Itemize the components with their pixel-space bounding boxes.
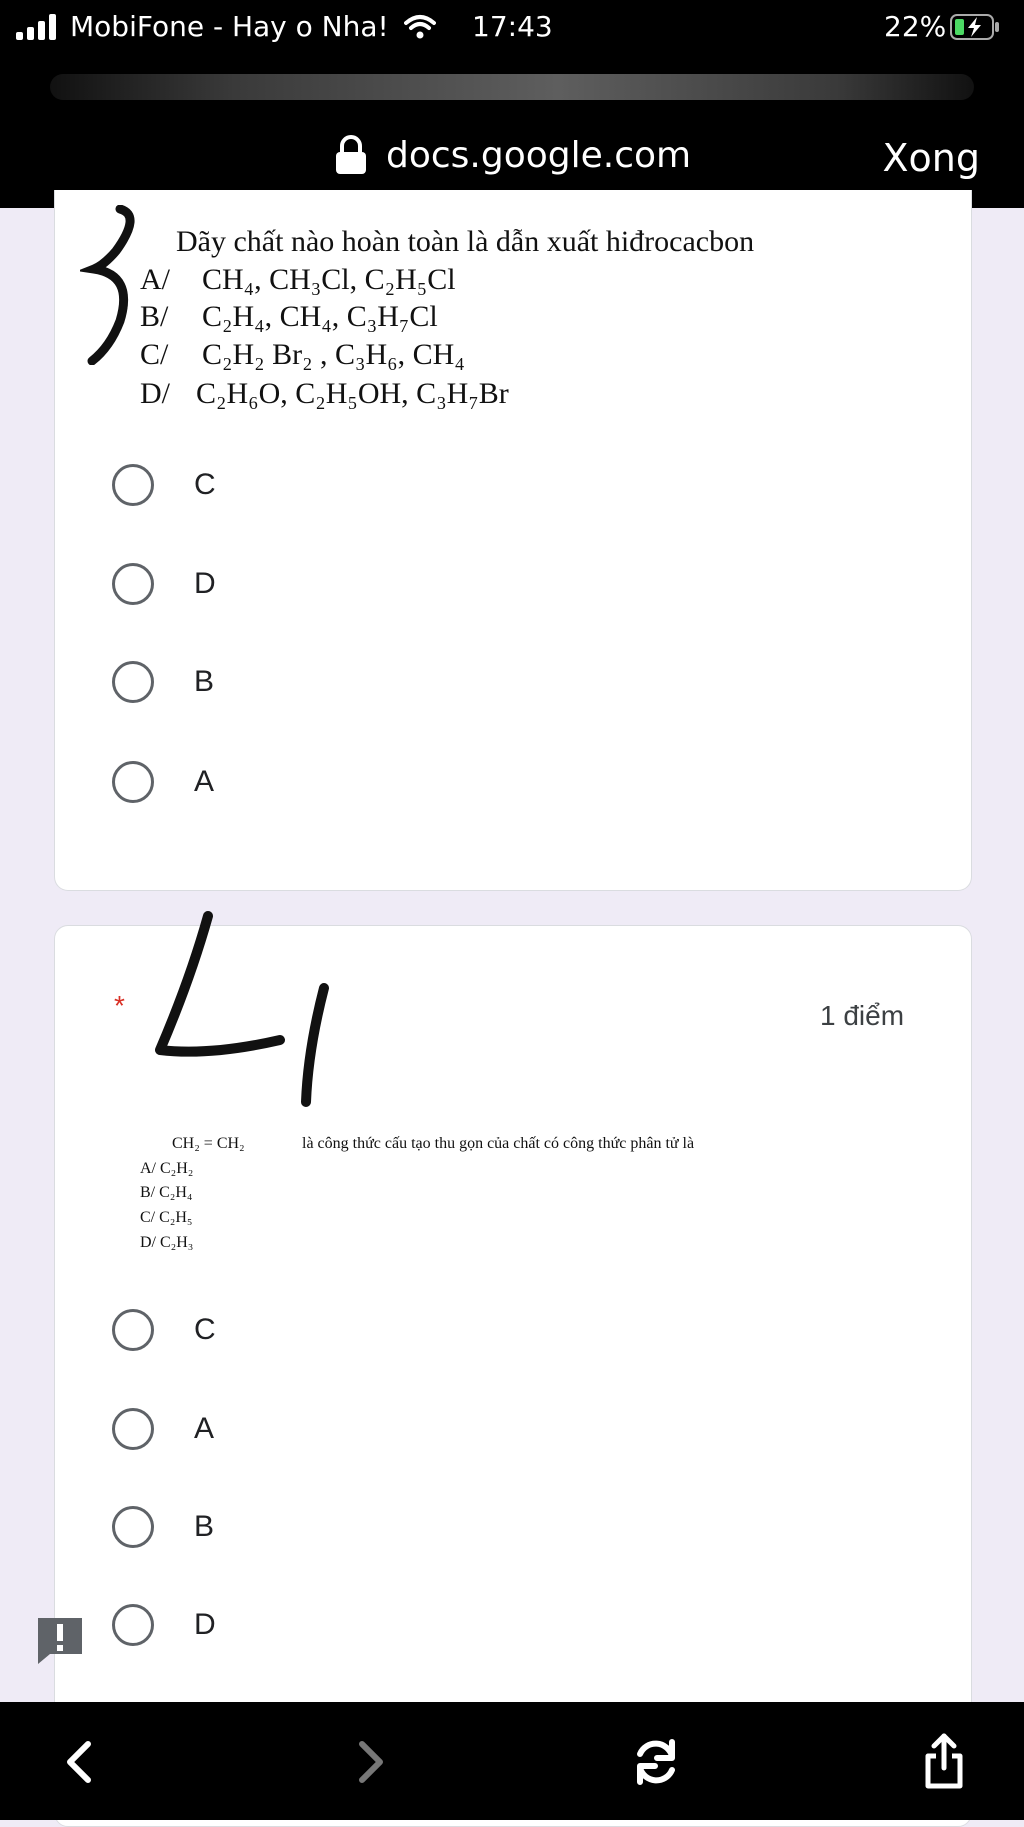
battery-charging-icon bbox=[950, 14, 999, 40]
radio-button[interactable] bbox=[112, 1408, 154, 1450]
share-icon[interactable] bbox=[914, 1732, 974, 1792]
radio-label: D bbox=[194, 1608, 216, 1641]
question-text: là công thức cấu tạo thu gọn của chất có… bbox=[302, 1135, 695, 1152]
radio-option[interactable]: A bbox=[112, 757, 214, 807]
status-bar: MobiFone - Hay o Nha! 17:43 22% bbox=[0, 0, 1024, 60]
radio-label: D bbox=[194, 567, 216, 600]
question-image-option: D/C₂H₆O, C₂H₅OH, C₃H₇Br bbox=[140, 377, 509, 410]
question-image-option: A/CH₄, CH₃Cl, C₂H₅Cl bbox=[140, 263, 456, 296]
points-label: 1 điểm bbox=[820, 1000, 905, 1031]
radio-label: C bbox=[194, 1313, 216, 1346]
done-button[interactable]: Xong bbox=[883, 136, 981, 180]
url-text: docs.google.com bbox=[386, 134, 692, 176]
radio-button[interactable] bbox=[112, 661, 154, 703]
feedback-icon[interactable] bbox=[36, 1616, 84, 1666]
reload-icon[interactable] bbox=[626, 1732, 686, 1792]
clock: 17:43 bbox=[472, 10, 553, 43]
signal-icon bbox=[16, 12, 60, 40]
question-image-option: D/ C₂H₃ bbox=[140, 1234, 194, 1251]
radio-label: C bbox=[194, 468, 216, 501]
carrier-name: MobiFone - Hay o Nha! bbox=[70, 10, 389, 43]
address-bar[interactable]: docs.google.com bbox=[334, 130, 691, 180]
handwritten-number-4 bbox=[155, 911, 329, 1107]
radio-option[interactable]: D bbox=[112, 559, 216, 609]
radio-option[interactable]: D bbox=[112, 1600, 216, 1650]
required-asterisk: * bbox=[114, 990, 125, 1021]
radio-label: B bbox=[194, 665, 215, 698]
radio-button[interactable] bbox=[112, 464, 154, 506]
question-image-option: A/ C₂H₂ bbox=[140, 1160, 194, 1177]
browser-toolbar bbox=[0, 1702, 1024, 1820]
radio-button[interactable] bbox=[112, 563, 154, 605]
radio-button[interactable] bbox=[112, 1604, 154, 1646]
question-image-option: C/C₂H₂ Br₂ , C₃H₆, CH₄ bbox=[140, 338, 465, 371]
radio-button[interactable] bbox=[112, 761, 154, 803]
radio-option[interactable]: C bbox=[112, 1305, 216, 1355]
chevron-left-icon[interactable] bbox=[50, 1732, 110, 1792]
radio-option[interactable]: A bbox=[112, 1404, 214, 1454]
radio-label: A bbox=[194, 765, 215, 798]
lock-icon bbox=[336, 135, 366, 174]
question-image-option: C/ C₂H₅ bbox=[140, 1209, 193, 1226]
browser-header: docs.google.com Xong bbox=[0, 60, 1024, 208]
page-load-strip bbox=[50, 74, 974, 100]
question-text: Dãy chất nào hoàn toàn là dẫn xuất hiđro… bbox=[176, 225, 755, 258]
radio-option[interactable]: B bbox=[112, 657, 214, 707]
battery-percentage: 22% bbox=[884, 10, 947, 43]
radio-button[interactable] bbox=[112, 1309, 154, 1351]
radio-button[interactable] bbox=[112, 1506, 154, 1548]
radio-option[interactable]: B bbox=[112, 1502, 214, 1552]
radio-option[interactable]: C bbox=[112, 460, 216, 510]
radio-label: A bbox=[194, 1412, 215, 1445]
question-image-option: B/ C₂H₄ bbox=[140, 1184, 193, 1201]
question-image-option: B/C₂H₄, CH₄, C₃H₇Cl bbox=[140, 300, 438, 333]
radio-label: B bbox=[194, 1510, 215, 1543]
question-formula: CH₂ = CH₂ bbox=[172, 1135, 245, 1152]
chevron-right-icon[interactable] bbox=[340, 1732, 400, 1792]
wifi-icon bbox=[404, 15, 436, 39]
